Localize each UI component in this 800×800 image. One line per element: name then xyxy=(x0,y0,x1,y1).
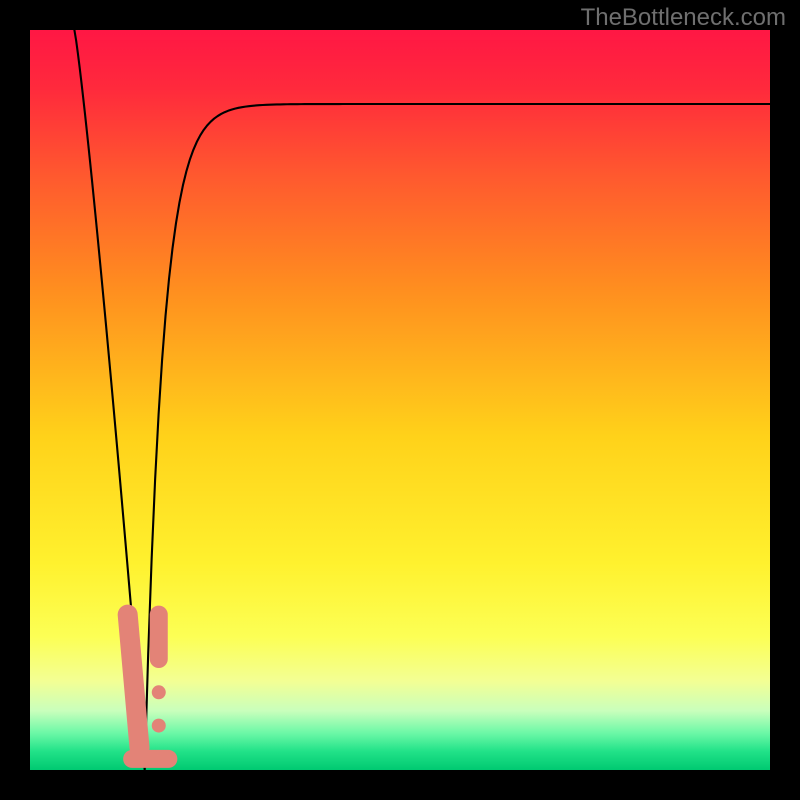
marker-dot xyxy=(152,685,166,699)
chart-frame: TheBottleneck.com xyxy=(0,0,800,800)
chart-svg xyxy=(30,30,770,770)
plot-area xyxy=(30,30,770,770)
watermark-text: TheBottleneck.com xyxy=(581,4,786,32)
marker-capsule xyxy=(128,615,140,748)
marker-dot xyxy=(152,719,166,733)
